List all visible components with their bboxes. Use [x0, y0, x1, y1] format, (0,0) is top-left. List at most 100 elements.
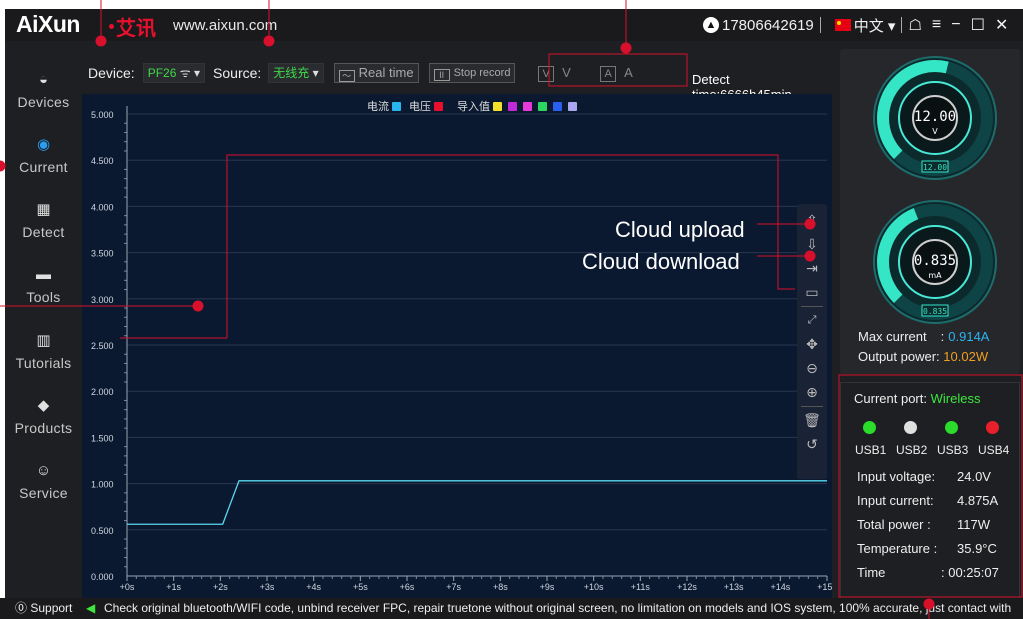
device-select[interactable]: PF26 ᯤ ▾ — [142, 63, 206, 83]
usb4-label: USB4 — [978, 443, 1010, 457]
phone-number[interactable]: 17806642619 — [722, 17, 814, 34]
input-current-row: Input current: 4.875A — [857, 493, 998, 508]
box-icon: ◆ — [37, 397, 50, 414]
menu-icon[interactable]: ≡ — [932, 16, 941, 34]
legend-import-label: 导入值 — [457, 101, 490, 113]
current-chart: 0.000 0.500 1.000 1.500 2.000 2.500 3.000 3.500… — [91, 106, 832, 592]
user-icon[interactable]: ▲ — [703, 17, 719, 33]
sidebar-item-label: Tutorials — [15, 355, 72, 371]
cloud-upload-icon[interactable]: ⇧ — [802, 210, 822, 230]
x-tick-label: +13s — [724, 582, 744, 592]
legend-voltage-swatch[interactable] — [434, 101, 443, 111]
sidebar-item-service[interactable]: ☺ Service — [5, 462, 82, 520]
temperature-row: Temperature : 35.9°C — [857, 541, 997, 556]
current-readout: AA — [600, 65, 633, 82]
current-series-line — [127, 480, 827, 525]
sidebar-item-detect[interactable]: ▦ Detect — [5, 201, 82, 259]
sidebar-item-tutorials[interactable]: ▥ Tutorials — [5, 332, 82, 390]
usb1-label: USB1 — [855, 443, 887, 457]
book-icon: ▥ — [36, 332, 51, 349]
legend-import-swatch[interactable] — [523, 101, 532, 111]
support-link[interactable]: ⓪ Support — [15, 598, 72, 619]
realtime-label: Real time — [358, 65, 414, 80]
row-value: : 00:25:07 — [941, 565, 999, 580]
stop-record-label: Stop record — [453, 67, 511, 79]
realtime-button[interactable]: 〜 Real time — [333, 63, 419, 83]
device-value: PF26 — [147, 66, 177, 80]
trash-icon[interactable]: 🗑 — [802, 410, 822, 430]
logo-dot — [109, 24, 114, 29]
zoom-in-icon[interactable]: ⊕ — [802, 382, 822, 402]
y-tick-label: 0.500 — [91, 526, 114, 536]
chart-icon: 〜 — [338, 70, 355, 82]
fullscreen-icon[interactable]: ⤢ — [802, 310, 822, 330]
legend-import-swatch[interactable] — [538, 101, 547, 111]
usb3-status-dot — [945, 421, 958, 434]
router-icon: ◒ — [38, 71, 49, 88]
legend-current-swatch[interactable] — [392, 101, 401, 111]
legend-import-swatch[interactable] — [553, 101, 562, 111]
v-unit: V — [562, 64, 571, 80]
record-icon: II — [433, 69, 450, 81]
folder-icon[interactable]: ▭ — [802, 282, 822, 302]
x-tick-label: +10s — [584, 582, 604, 592]
x-tick-label: +7s — [446, 582, 461, 592]
status-bar: ⓪ Support ◀ Check original bluetooth/WIF… — [0, 598, 1023, 619]
y-tick-label: 1.000 — [91, 480, 114, 490]
legend-import-swatch[interactable] — [508, 101, 517, 111]
app-root: AiXun 艾讯 www.aixun.com ▲ 17806642619 中文 … — [0, 0, 1023, 619]
logo-cn: 艾讯 — [116, 16, 156, 40]
sidebar: ◒ Devices ◉ Current ▦ Detect ▬ Tools ▥ T… — [5, 41, 82, 599]
sidebar-item-devices[interactable]: ◒ Devices — [5, 71, 82, 129]
voltage-gauge: 12.00 V 12.00 — [873, 56, 997, 180]
zoom-out-icon[interactable]: ⊖ — [802, 358, 822, 378]
legend-import-swatch[interactable] — [493, 101, 502, 111]
main-area: Device: PF26 ᯤ ▾ Source: 无线充 ▾ 〜 Real tim… — [82, 41, 832, 599]
chevron-down-icon: ▾ — [309, 66, 319, 80]
usb2-status-dot — [904, 421, 917, 434]
chart-tools: ⇧ ⇩ ⇥ ▭ ⤢ ✥ ⊖ ⊕ 🗑 ↺ — [797, 204, 827, 479]
help-icon: ⓪ — [15, 601, 31, 615]
usb4-status-dot — [986, 421, 999, 434]
cloud-upload-annotation: Cloud upload — [615, 217, 745, 242]
skin-icon[interactable]: ☖ — [908, 16, 921, 34]
speaker-icon: ◀ — [86, 601, 96, 615]
x-tick-label: +2s — [213, 582, 228, 592]
row-value: 24.0V — [957, 469, 991, 484]
y-tick-label: 4.500 — [91, 156, 114, 166]
language-select[interactable]: 中文 ▾ — [854, 15, 896, 36]
y-tick-label: 2.500 — [91, 341, 114, 351]
sidebar-item-label: Tools — [26, 289, 61, 305]
port-panel: Current port: Wireless USB1 USB2 USB3 US… — [840, 382, 1020, 599]
source-select[interactable]: 无线充 ▾ — [268, 63, 324, 83]
legend-import-swatch[interactable] — [568, 101, 577, 111]
max-current-value: 0.914A — [948, 329, 990, 344]
a-box: A — [600, 65, 617, 82]
export-icon[interactable]: ⇥ — [802, 258, 822, 278]
voltage-readout: VV — [538, 65, 571, 82]
maximize-icon[interactable]: ☐ — [971, 15, 985, 35]
row-label: Time — [857, 565, 886, 580]
y-tick-label: 3.000 — [91, 295, 114, 305]
gauge-panel: 12.00 V 12.00 0.835 mA 0.835 Max current… — [840, 49, 1020, 374]
sidebar-item-tools[interactable]: ▬ Tools — [5, 266, 82, 324]
history-icon[interactable]: ↺ — [802, 434, 822, 454]
current-gauge: 0.835 mA 0.835 — [873, 200, 997, 324]
website-link[interactable]: www.aixun.com — [173, 17, 277, 34]
voltage-gauge-unit: V — [932, 127, 938, 136]
total-power-row: Total power : 117W — [857, 517, 990, 532]
output-power-label: Output power: — [858, 349, 940, 364]
x-tick-label: +9s — [540, 582, 555, 592]
sidebar-item-current[interactable]: ◉ Current — [5, 136, 82, 194]
sidebar-item-products[interactable]: ◆ Products — [5, 397, 82, 455]
stop-record-button[interactable]: II Stop record — [428, 63, 516, 83]
sidebar-item-label: Current — [19, 159, 68, 175]
minimize-icon[interactable]: − — [951, 16, 960, 34]
close-icon[interactable]: ✕ — [995, 15, 1008, 35]
logo: AiXun — [16, 11, 80, 37]
output-power-value: 10.02W — [943, 349, 989, 364]
x-tick-label: +3s — [260, 582, 275, 592]
cloud-download-icon[interactable]: ⇩ — [802, 234, 822, 254]
usb2-label: USB2 — [896, 443, 928, 457]
move-icon[interactable]: ✥ — [802, 334, 822, 354]
